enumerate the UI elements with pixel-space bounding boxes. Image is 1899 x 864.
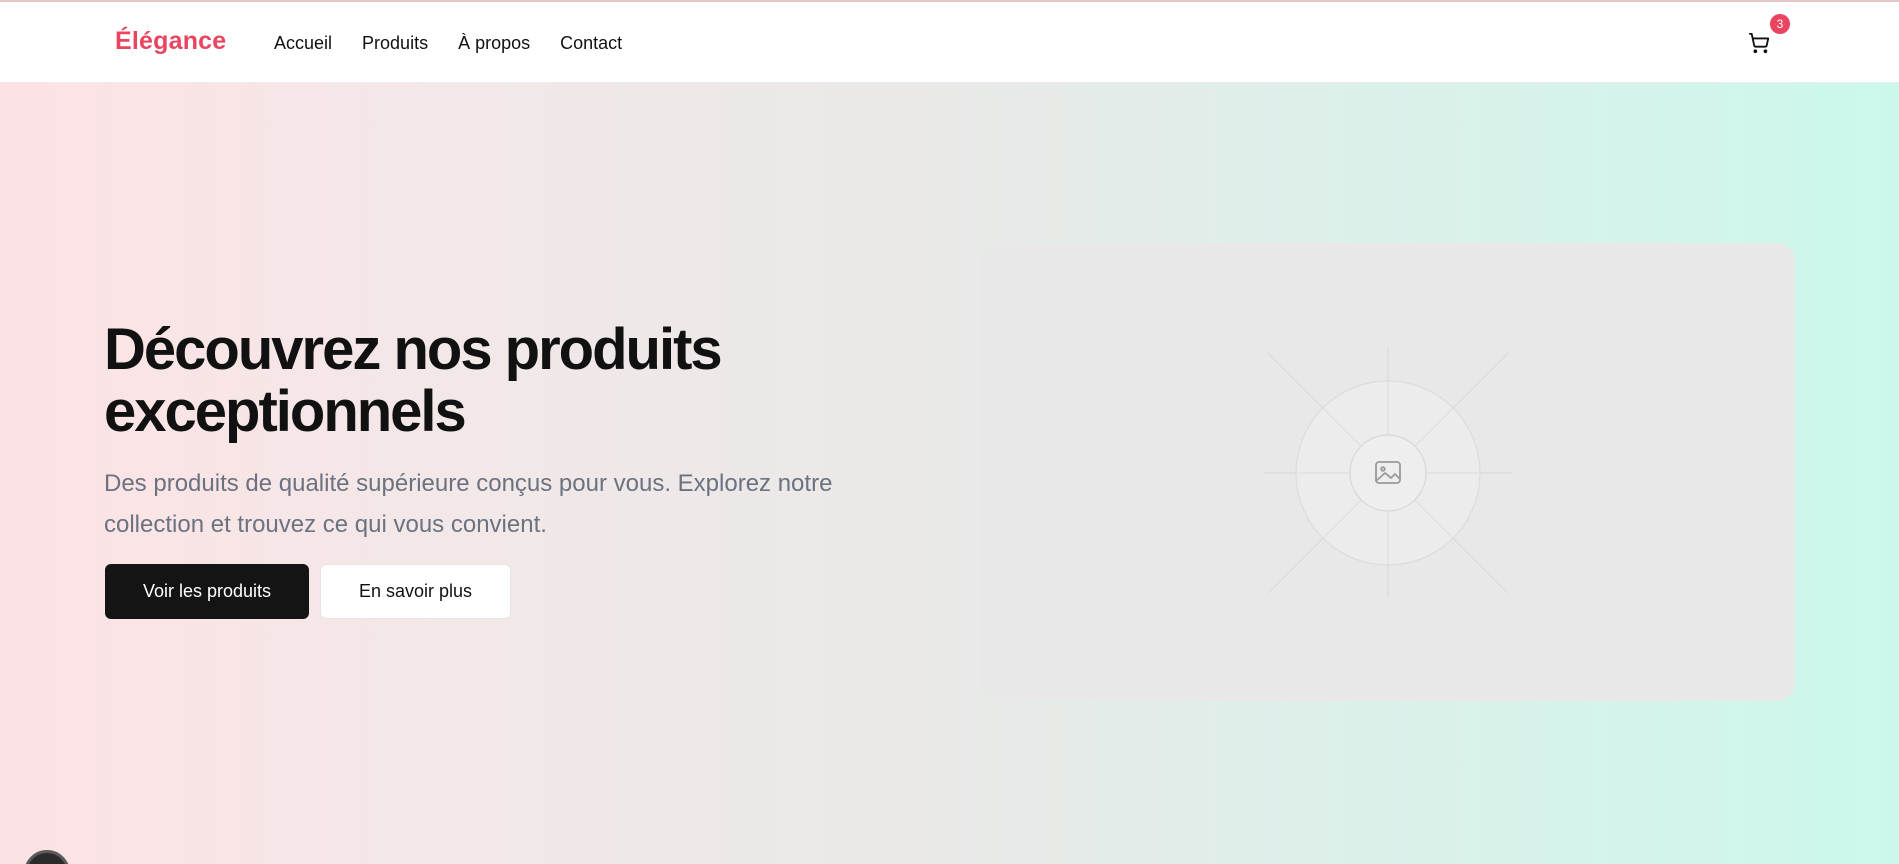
shopping-cart-icon [1748,32,1770,54]
image-placeholder-graphic [1263,348,1513,598]
hero-image-placeholder [980,243,1795,701]
view-products-button[interactable]: Voir les produits [105,564,309,619]
hero-subtitle: Des produits de qualité supérieure conçu… [104,463,904,545]
hero-section: Découvrez nos produits exceptionnels Des… [0,83,1899,864]
hero-title-line-2: exceptionnels [104,379,467,444]
cart-button[interactable] [1748,32,1772,56]
nav-item-produits[interactable]: Produits [362,33,428,54]
hero-title-line-1: Découvrez nos produits [104,317,723,382]
nav-item-a-propos[interactable]: À propos [458,33,530,54]
page: Élégance Accueil Produits À propos Conta… [0,0,1899,864]
nav-item-accueil[interactable]: Accueil [274,33,332,54]
cart-count-badge: 3 [1770,14,1790,34]
hero-title: Découvrez nos produits exceptionnels [104,319,924,443]
nav-item-contact[interactable]: Contact [560,33,622,54]
hero-subtitle-line-1: Des produits de qualité supérieure conçu… [104,470,833,497]
learn-more-button[interactable]: En savoir plus [320,564,511,619]
hero-subtitle-line-2: collection et trouvez ce qui vous convie… [104,511,547,538]
logo[interactable]: Élégance [115,27,226,56]
main-nav: Accueil Produits À propos Contact [274,33,622,54]
site-header: Élégance Accueil Produits À propos Conta… [0,0,1899,83]
